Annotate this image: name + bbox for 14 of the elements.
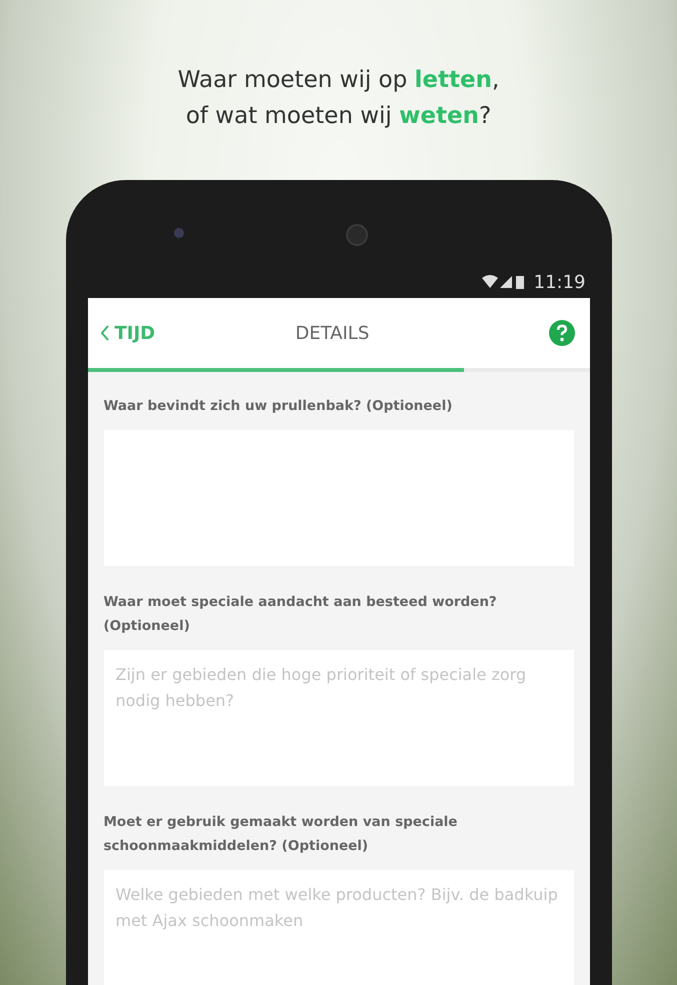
status-time: 11:19 xyxy=(534,272,586,292)
question-label: Moet er gebruik gemaakt worden van speciale schoonmaakmiddelen? (Optioneel) xyxy=(104,813,458,856)
answer-field[interactable]: Zijn er gebieden die hoge prioriteit of speciale zorg nodig hebben? xyxy=(104,650,574,786)
back-button[interactable]: TIJD xyxy=(100,322,156,344)
chevron-left-icon xyxy=(100,324,110,342)
screen-title: DETAILS xyxy=(295,322,370,344)
headline-text: Waar moeten wij op letten, xyxy=(178,66,500,95)
sensor-icon xyxy=(174,228,184,238)
question-label: Waar bevindt zich uw prullenbak? (Optioneel) xyxy=(104,397,454,416)
help-icon[interactable] xyxy=(549,320,576,346)
camera-icon xyxy=(346,224,368,246)
answer-field[interactable]: Welke gebieden met welke producten? Bijv. de badkuip met Ajax schoonmaken xyxy=(104,870,574,985)
question-label: Waar moet speciale aandacht aan besteed worden? (Optioneel) xyxy=(104,593,498,636)
headline-text: of wat moeten wij weten? xyxy=(184,102,492,131)
